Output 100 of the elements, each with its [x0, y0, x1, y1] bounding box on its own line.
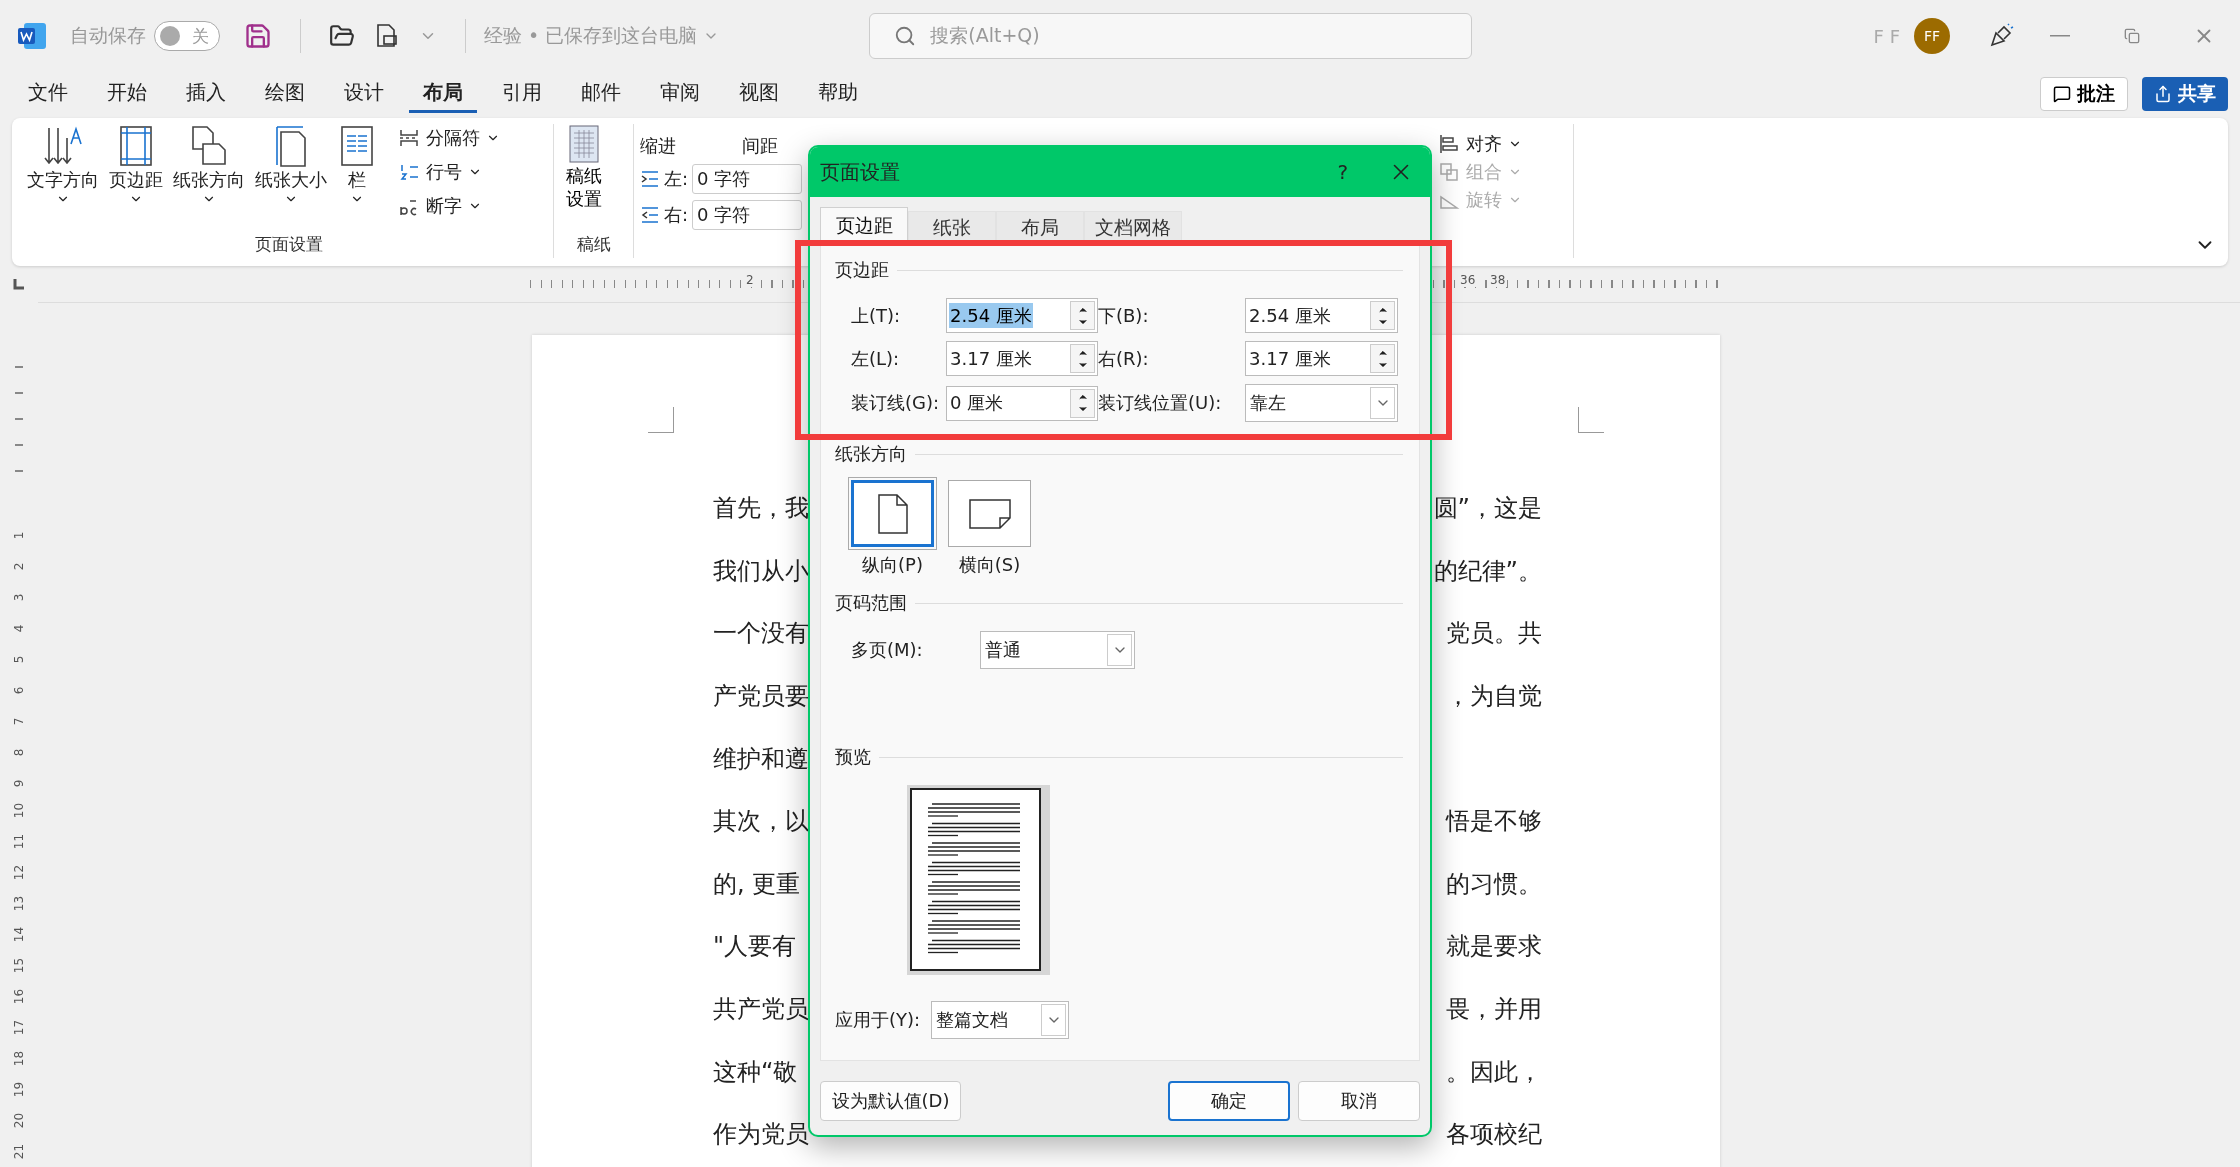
document-text: 畏，并用 [1446, 994, 1542, 1026]
document-text: 一个没有 [713, 618, 809, 650]
field-label: 右: [664, 203, 689, 227]
autosave-label: 自动保存 [70, 23, 146, 48]
set-default-button[interactable]: 设为默认值(D) [820, 1081, 961, 1121]
document-text: 作为党员 [713, 1119, 809, 1151]
menu-tab[interactable]: 邮件 [567, 75, 635, 113]
document-text: 其次，以 [713, 806, 809, 838]
menu-tab[interactable]: 文件 [14, 75, 82, 113]
field-label: 装订线(G): [851, 391, 941, 415]
field-label: 多页(M): [851, 638, 924, 662]
field-label: 左: [664, 167, 689, 191]
menu-tab[interactable]: 设计 [330, 75, 398, 113]
ribbon-button[interactable]: 对齐 [1434, 130, 1573, 158]
field-label: 上(T): [851, 303, 902, 328]
document-text: 悟是不够 [1446, 806, 1542, 838]
field-label: 装订线位置(U): [1098, 391, 1223, 415]
spin-field[interactable]: 2.54 厘米 [1245, 298, 1398, 333]
document-text: 圆”，这是 [1433, 493, 1542, 525]
ribbon-button[interactable]: 文字方向 [24, 124, 102, 233]
cancel-button[interactable]: 取消 [1298, 1081, 1420, 1121]
ruler-number: 15 [11, 957, 27, 974]
section-title: 页码范围 [835, 591, 907, 615]
dialog-title: 页面设置 [820, 158, 900, 186]
ruler-number: 36 [1458, 273, 1478, 287]
ruler-number: 19 [11, 1081, 27, 1098]
ruler-number: 9 [11, 778, 27, 788]
indent-title: 缩进 [639, 134, 676, 158]
gutter-position-select[interactable]: 靠左 [1245, 384, 1398, 422]
menu-tab[interactable]: 插入 [172, 75, 240, 113]
dialog-tab[interactable]: 页边距 [820, 207, 908, 243]
section-title: 预览 [835, 745, 871, 769]
document-text: 的, 更重 [713, 868, 801, 900]
ruler-number: 38 [1488, 273, 1508, 287]
menu-tab[interactable]: 开始 [93, 75, 161, 113]
multiple-pages-select[interactable]: 普通 [980, 631, 1135, 669]
help-button[interactable]: ? [1331, 159, 1354, 185]
document-text: 共产党员 [713, 994, 809, 1026]
document-text: 产党员要 [713, 681, 809, 713]
user-avatar[interactable]: FF [1914, 18, 1950, 54]
ruler-number: 5 [11, 654, 27, 664]
ruler-number: 2 [11, 561, 27, 571]
group-label: 页面设置 [253, 233, 324, 256]
ruler-number: 3 [11, 592, 27, 602]
orientation-label: 横向(S) [958, 553, 1021, 577]
ruler-number: 17 [11, 1019, 27, 1036]
menu-tab[interactable]: 审阅 [646, 75, 714, 113]
dialog-tab[interactable]: 布局 [996, 211, 1084, 243]
ruler-number: 7 [11, 716, 27, 726]
field-label: 右(R): [1098, 346, 1150, 371]
ribbon-button[interactable]: 纸张方向 [170, 124, 248, 233]
spin-field[interactable]: 2.54 厘米 [946, 298, 1098, 333]
ruler-number: 12 [11, 864, 27, 881]
document-text: 的习惯。 [1446, 868, 1542, 900]
spin-field[interactable]: 3.17 厘米 [1245, 341, 1398, 376]
section-title: 页边距 [835, 258, 889, 282]
ribbon-button[interactable]: 页边距 [106, 124, 166, 233]
spin-field[interactable]: 3.17 厘米 [946, 341, 1098, 376]
ruler-number: 11 [11, 833, 27, 850]
document-text: 。因此， [1446, 1056, 1542, 1088]
ruler-number: 4 [11, 623, 27, 633]
ribbon-button[interactable]: 行号 [394, 158, 504, 186]
menu-tab[interactable]: 帮助 [804, 75, 872, 113]
spin-field[interactable]: 0 厘米 [946, 385, 1098, 421]
document-text: 党员。共 [1446, 618, 1542, 650]
document-text: 维护和遵 [713, 743, 809, 775]
dialog-tab[interactable]: 文档网格 [1084, 211, 1182, 243]
orientation-label: 纵向(P) [862, 553, 923, 577]
share-button[interactable]: 共享 [2142, 77, 2228, 111]
indent-field[interactable]: 0 字符 [692, 200, 803, 230]
ruler-number: 18 [11, 1050, 27, 1067]
menu-tab[interactable]: 视图 [725, 75, 793, 113]
ribbon-button[interactable]: 断字 [394, 192, 504, 220]
menu-tab[interactable]: 引用 [488, 75, 556, 113]
dialog-tab[interactable]: 纸张 [908, 211, 996, 243]
spacing-title: 间距 [741, 134, 778, 158]
ruler-number: 10 [11, 802, 27, 819]
apply-to-select[interactable]: 整篇文档 [931, 1001, 1069, 1039]
menu-tab[interactable]: 布局 [409, 75, 477, 113]
document-text: 这种“敬 [713, 1056, 798, 1088]
document-text: ，为自觉 [1446, 681, 1542, 713]
ribbon-button[interactable]: 纸张大小 [252, 124, 330, 233]
ruler-number: 2 [744, 273, 756, 287]
ruler-number: 13 [11, 895, 27, 912]
field-label: 左(L): [851, 346, 901, 371]
ruler-number: 21 [11, 1143, 27, 1160]
document-text: 我们从小 [713, 555, 809, 587]
document-text: 的纪律”。 [1433, 555, 1542, 587]
user-initials: F F [1873, 25, 1900, 47]
indent-field[interactable]: 0 字符 [692, 164, 803, 194]
ribbon-button[interactable]: 分隔符 [394, 124, 504, 152]
field-label: 下(B): [1098, 303, 1150, 328]
ok-button[interactable]: 确定 [1168, 1081, 1290, 1121]
document-text: "人要有 [713, 931, 797, 963]
menu-tab[interactable]: 绘图 [251, 75, 319, 113]
manuscript-settings-button[interactable]: 稿纸设置 [554, 124, 614, 233]
comment-button[interactable]: 批注 [2040, 77, 2128, 111]
ruler-number: 20 [11, 1112, 27, 1129]
group-label: 稿纸 [575, 233, 612, 256]
ribbon-button[interactable]: 栏 [334, 124, 380, 233]
